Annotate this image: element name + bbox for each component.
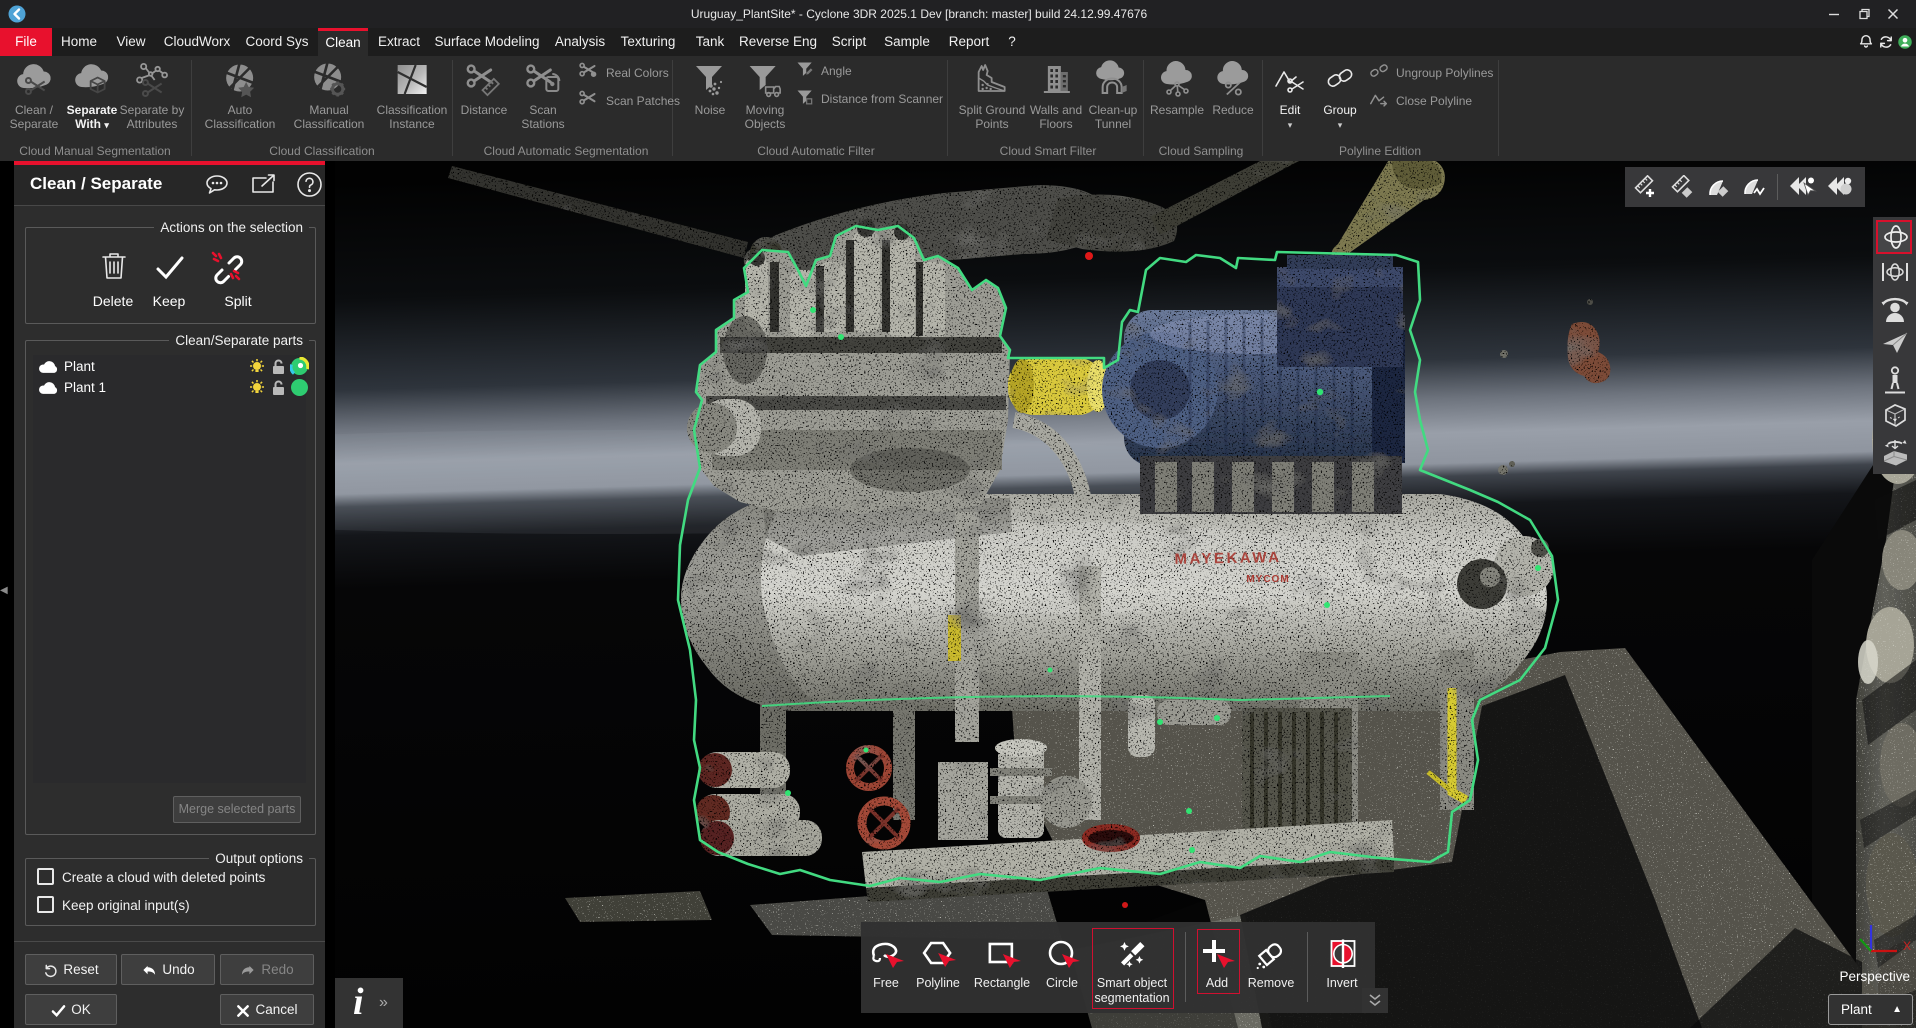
svg-text:X: X [1903,939,1911,953]
svg-text:MYCOM: MYCOM [1246,574,1289,585]
svg-text:MAYEKAWA: MAYEKAWA [1174,549,1281,568]
